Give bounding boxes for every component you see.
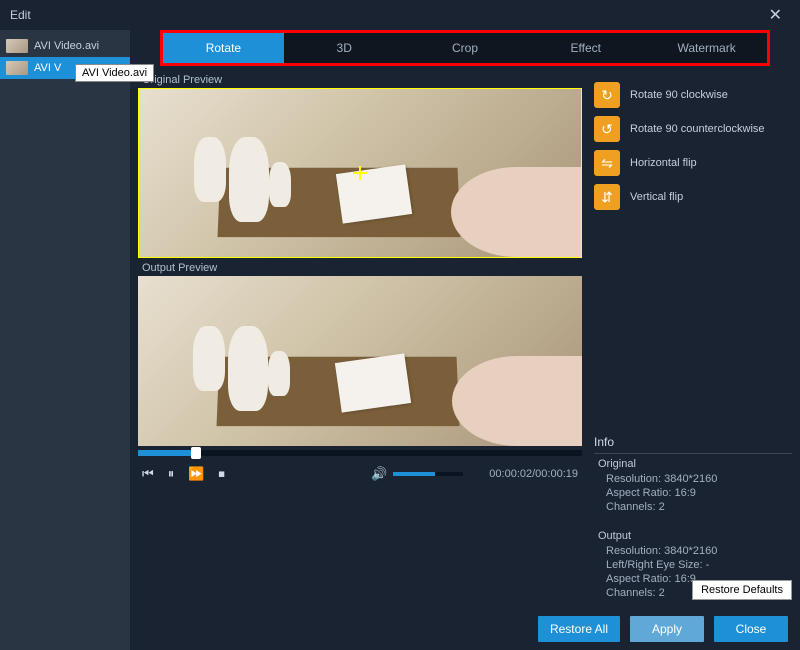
info-original-channels: Channels: 2 [594,500,792,514]
flip-vertical[interactable]: ⇵ Vertical flip [594,180,792,214]
info-original-resolution: Resolution: 3840*2160 [594,472,792,486]
scene-hand [452,356,582,446]
rotate-cw-icon: ↻ [594,82,620,108]
sidebar-item-label: AVI Video.avi [34,40,99,52]
rotate-90-cw[interactable]: ↻ Rotate 90 clockwise [594,78,792,112]
footer-buttons: Restore All Apply Close [130,608,800,650]
info-output-eyesize: Left/Right Eye Size: - [594,558,792,572]
rotate-label: Vertical flip [630,191,683,203]
output-preview [138,276,582,446]
info-header: Info [594,431,792,454]
original-preview[interactable] [138,88,582,258]
tab-effect[interactable]: Effect [525,33,646,63]
sidebar-item-file[interactable]: AVI Video.avi [0,35,130,57]
scene-vase [194,137,226,202]
scene-hand [451,167,581,257]
time-display: 00:00:02/00:00:19 [489,468,578,480]
rotate-label: Horizontal flip [630,157,697,169]
scene-vase [269,162,291,207]
close-button[interactable]: Close [714,616,788,642]
volume-control: 🔊 [371,466,463,482]
info-original-title: Original [594,454,792,472]
scene-vase [229,137,269,222]
scene-vase [268,351,290,396]
seek-progress [138,450,191,456]
stop-icon[interactable]: ⏹ [218,466,225,482]
fast-forward-icon[interactable]: ⏩ [188,466,204,482]
info-output-resolution: Resolution: 3840*2160 [594,544,792,558]
titlebar: Edit ✕ [0,0,800,30]
seek-thumb[interactable] [191,447,201,459]
info-original-aspect: Aspect Ratio: 16:9 [594,486,792,500]
rotate-ccw-icon: ↺ [594,116,620,142]
playback-controls: ⏮ ⏸ ⏩ ⏹ 🔊 00:00:02/00:00:19 [138,456,582,492]
tab-3d[interactable]: 3D [284,33,405,63]
crop-center-icon[interactable] [353,166,367,180]
close-icon[interactable]: ✕ [761,1,790,29]
restore-all-button[interactable]: Restore All [538,616,620,642]
file-sidebar: AVI Video.avi AVI V AVI Video.avi [0,30,130,650]
window-title: Edit [10,8,31,22]
volume-icon[interactable]: 🔊 [371,466,387,482]
seek-bar[interactable] [138,450,582,456]
file-tooltip: AVI Video.avi [75,64,154,82]
sidebar-item-label: AVI V [34,62,61,74]
scene-vase [193,326,225,391]
volume-slider[interactable] [393,472,463,476]
tab-rotate[interactable]: Rotate [163,33,284,63]
flip-vertical-icon: ⇵ [594,184,620,210]
volume-fill [393,472,435,476]
scene-vase [228,326,268,411]
scene-book [336,164,412,223]
flip-horizontal-icon: ⇋ [594,150,620,176]
file-thumbnail [6,61,28,75]
info-output-title: Output [594,526,792,544]
scene-book [335,353,411,412]
rotate-label: Rotate 90 clockwise [630,89,728,101]
options-panel: ↻ Rotate 90 clockwise ↺ Rotate 90 counte… [590,70,800,608]
prev-icon[interactable]: ⏮ [142,466,154,482]
restore-defaults-button[interactable]: Restore Defaults [692,580,792,600]
rotate-90-ccw[interactable]: ↺ Rotate 90 counterclockwise [594,112,792,146]
pause-icon[interactable]: ⏸ [168,466,175,482]
file-thumbnail [6,39,28,53]
output-preview-label: Output Preview [142,262,582,274]
tab-crop[interactable]: Crop [405,33,526,63]
apply-button[interactable]: Apply [630,616,704,642]
flip-horizontal[interactable]: ⇋ Horizontal flip [594,146,792,180]
edit-tabs-highlight: Rotate 3D Crop Effect Watermark [160,30,770,66]
rotate-label: Rotate 90 counterclockwise [630,123,765,135]
original-preview-label: Original Preview [142,74,582,86]
tab-watermark[interactable]: Watermark [646,33,767,63]
